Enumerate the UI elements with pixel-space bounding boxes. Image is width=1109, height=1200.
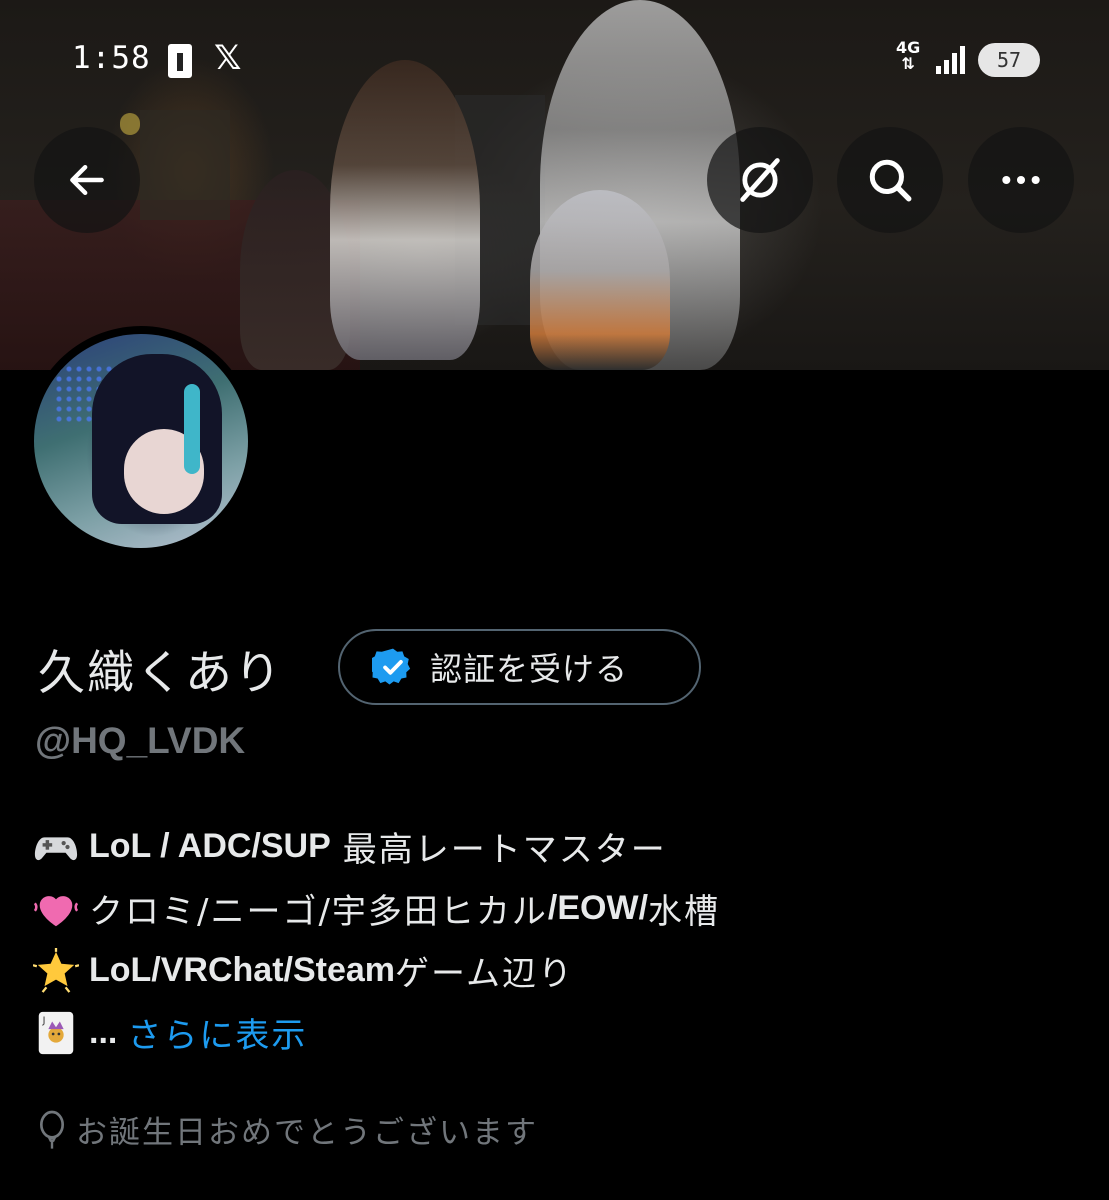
bio-text: クロミ/ニーゴ/宇多田ヒカル (89, 892, 548, 932)
banner-scenery (140, 110, 230, 220)
bio-bold-text: LoL / ADC/SUP (89, 827, 331, 865)
bio-line: J ... さらに表示 (33, 1008, 307, 1057)
verified-badge-icon (372, 648, 411, 685)
grok-icon (740, 158, 780, 202)
balloon-icon (40, 1110, 64, 1149)
more-horizontal-icon (1002, 175, 1040, 185)
network-type: 4G ⇅ (896, 40, 920, 72)
bio-text: 最高レートマスター (342, 830, 667, 870)
banner-character (530, 190, 670, 370)
data-arrows-icon: ⇅ (901, 54, 915, 73)
status-time: 1:58 (72, 40, 151, 76)
avatar-detail (184, 384, 200, 474)
search-icon (869, 159, 912, 202)
get-verified-button[interactable]: 認証を受ける (338, 629, 701, 705)
birthday-text: お誕生日おめでとうございます (76, 1115, 538, 1151)
bio-line: LoL/VRChat/Steam ゲーム辺り (33, 946, 574, 995)
banner-scenery (120, 113, 140, 135)
display-name: 久織くあり (38, 646, 283, 701)
glowing-star-emoji (33, 947, 79, 993)
battery-indicator: 57 (978, 43, 1040, 77)
bio-bold-text: LoL/VRChat/Steam (89, 951, 396, 989)
avatar[interactable] (34, 334, 248, 548)
grok-button[interactable] (707, 127, 813, 233)
banner-character (330, 60, 480, 360)
bio-text: 水槽 (648, 892, 721, 932)
show-more-link[interactable]: さらに表示 (127, 1008, 307, 1057)
svg-text:J: J (42, 1015, 46, 1026)
x-logo-icon: 𝕏 (214, 38, 242, 78)
search-button[interactable] (837, 127, 943, 233)
back-button[interactable] (34, 127, 140, 233)
bio-ellipsis: ... (89, 1013, 118, 1051)
bio-line: クロミ/ニーゴ/宇多田ヒカル /EOW/ 水槽 (33, 884, 720, 933)
pink-heart-emoji (33, 895, 79, 926)
birthday-row: お誕生日おめでとうございます (36, 1107, 538, 1152)
sim-card-icon (168, 44, 192, 78)
signal-strength-icon (936, 46, 965, 74)
bio-text: ゲーム辺り (395, 954, 575, 994)
get-verified-label: 認証を受ける (430, 650, 629, 688)
bio-line: LoL / ADC/SUP 最高レートマスター (33, 822, 667, 871)
arrow-left-icon (70, 164, 104, 196)
joker-card-emoji: J (38, 1011, 74, 1054)
user-handle: @HQ_LVDK (35, 720, 246, 761)
more-button[interactable] (968, 127, 1074, 233)
bio-bold-text: /EOW/ (547, 889, 649, 927)
video-game-emoji (34, 836, 78, 860)
